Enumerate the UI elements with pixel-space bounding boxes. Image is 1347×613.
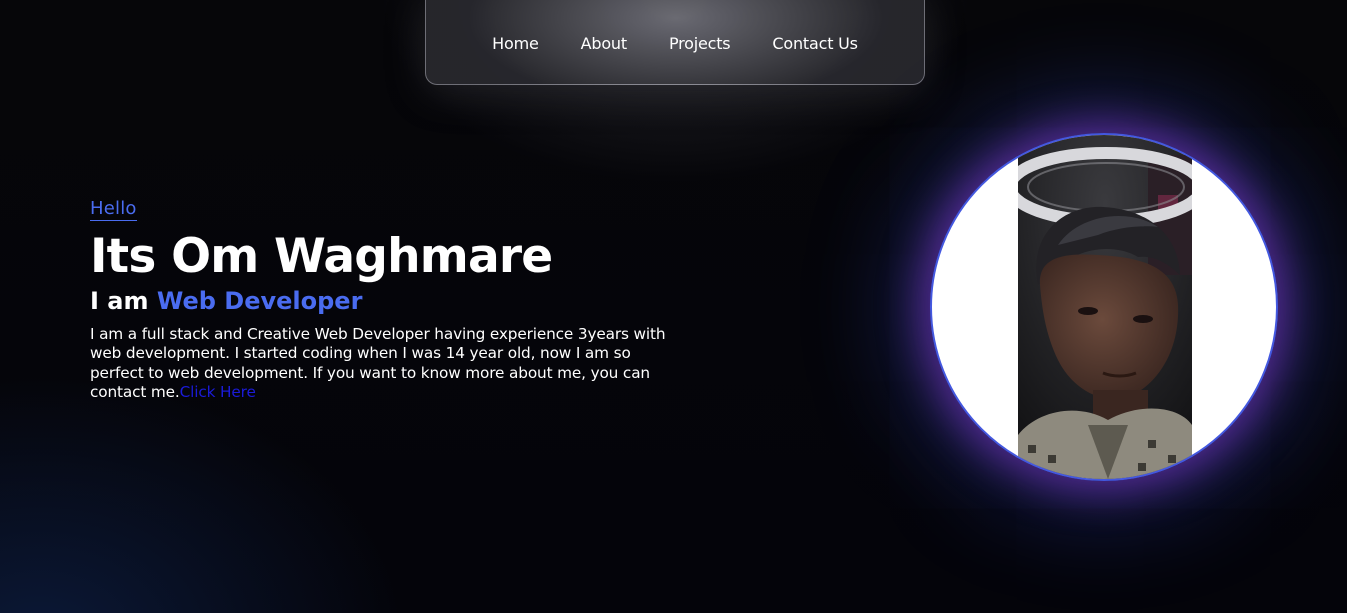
nav-link-projects[interactable]: Projects (648, 34, 751, 53)
nav-item-home: Home (471, 34, 559, 53)
role-prefix: I am (90, 286, 157, 315)
navbar: Home About Projects Contact Us (425, 0, 925, 85)
greeting: Hello (90, 198, 137, 221)
hero-role: I am Web Developer (90, 286, 690, 317)
nav-link-contact-us[interactable]: Contact Us (751, 34, 878, 53)
nav-links: Home About Projects Contact Us (471, 34, 879, 53)
nav-item-projects: Projects (648, 34, 751, 53)
nav-item-contact: Contact Us (751, 34, 878, 53)
hero-name: Its Om Waghmare (90, 229, 553, 284)
profile-image-frame (930, 133, 1278, 481)
role-highlight: Web Developer (156, 286, 363, 315)
nav-item-about: About (560, 34, 648, 53)
nav-link-about[interactable]: About (560, 34, 648, 53)
click-here-link[interactable]: Click Here (180, 383, 256, 401)
hero-bio: I am a full stack and Creative Web Devel… (90, 325, 680, 403)
profile-photo (1018, 135, 1192, 479)
hero-section: Hello Its Om Waghmare I am Web Developer… (90, 198, 690, 403)
nav-link-home[interactable]: Home (471, 34, 559, 53)
bio-text: I am a full stack and Creative Web Devel… (90, 324, 666, 402)
